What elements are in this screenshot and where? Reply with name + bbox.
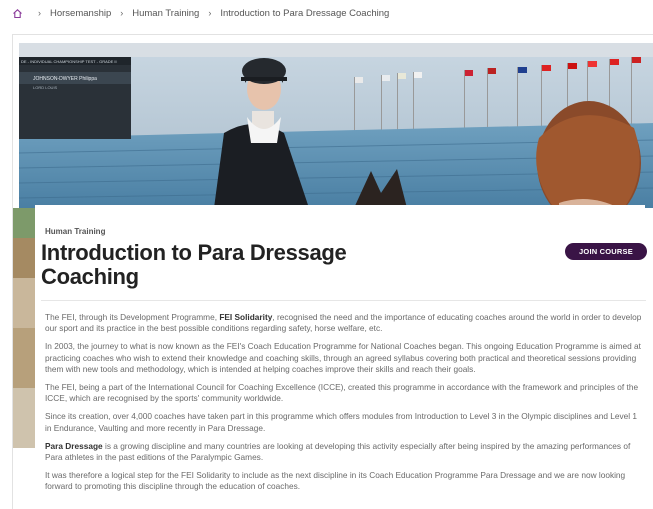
paragraph: It was therefore a logical step for the …: [45, 470, 626, 492]
paragraph: The FEI, being a part of the Internation…: [45, 382, 639, 404]
course-category: Human Training: [45, 227, 106, 236]
divider: [41, 300, 646, 301]
scoreboard-line2: JOHNSON-DWYER Philippa: [33, 76, 97, 82]
join-course-button[interactable]: JOIN COURSE: [565, 243, 647, 260]
paragraph: In 2003, the journey to what is now know…: [45, 341, 641, 374]
paragraph: Para Dressage is a growing discipline an…: [45, 440, 631, 463]
course-card: DE - INDIVIDUAL CHAMPIONSHIP TEST - GRAD…: [12, 34, 653, 509]
paragraph: Since its creation, over 4,000 coaches h…: [45, 411, 637, 433]
breadcrumb-link-human-training[interactable]: Human Training: [132, 8, 199, 19]
breadcrumb-current: Introduction to Para Dressage Coaching: [220, 7, 390, 19]
fei-solidarity-link[interactable]: FEI Solidarity: [219, 312, 272, 322]
home-icon[interactable]: [12, 8, 23, 19]
scoreboard-line3: LORD LOUIS: [33, 85, 58, 90]
course-description: The FEI, through its Development Program…: [45, 312, 645, 500]
breadcrumb-link-horsemanship[interactable]: Horsemanship: [50, 8, 111, 19]
chevron-right-icon: ›: [38, 8, 41, 18]
side-image-strip: [13, 208, 35, 448]
breadcrumb: › Horsemanship › Human Training › Introd…: [12, 6, 389, 20]
chevron-right-icon: ›: [208, 8, 212, 18]
para-dressage-link[interactable]: Para Dressage: [45, 441, 103, 451]
hero-image: DE - INDIVIDUAL CHAMPIONSHIP TEST - GRAD…: [19, 43, 653, 208]
paragraph: The FEI, through its Development Program…: [45, 312, 642, 334]
course-content: Human Training Introduction to Para Dres…: [35, 205, 647, 505]
scoreboard-line1: DE - INDIVIDUAL CHAMPIONSHIP TEST - GRAD…: [21, 59, 117, 64]
page-title: Introduction to Para Dressage Coaching: [41, 240, 347, 289]
chevron-right-icon: ›: [120, 8, 124, 18]
